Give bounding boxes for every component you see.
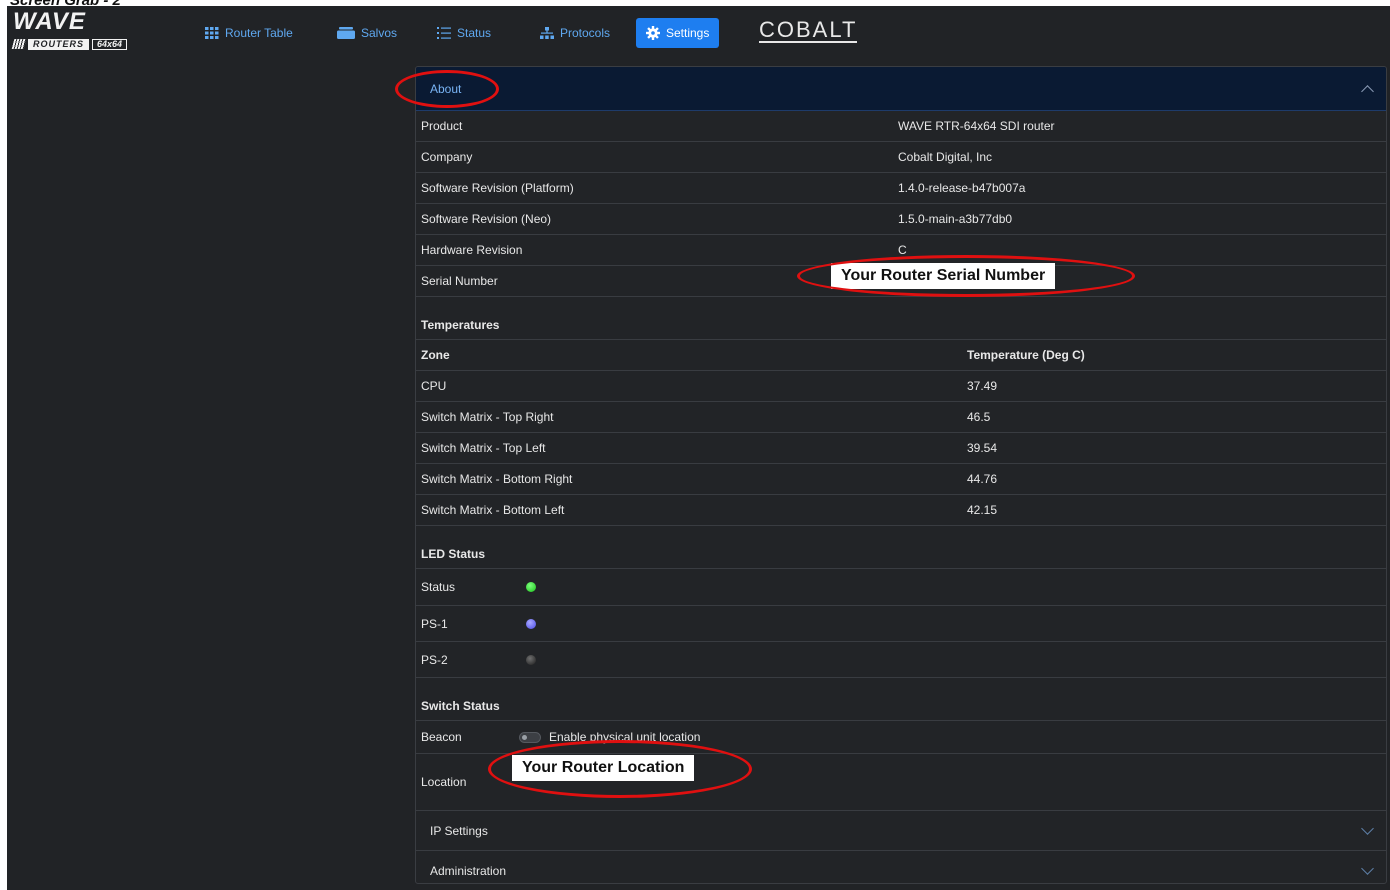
nav-salvos[interactable]: Salvos	[331, 20, 403, 46]
temp-cell: 46.5	[967, 410, 991, 424]
logo-bars-icon	[11, 39, 27, 49]
temp-cell: 44.76	[967, 472, 998, 486]
zone-cell: Switch Matrix - Top Right	[421, 410, 554, 424]
led-row: PS-2	[416, 642, 1386, 678]
nav-label: Router Table	[225, 26, 293, 40]
logo-size: 64x64	[92, 38, 128, 50]
zone-cell: Switch Matrix - Bottom Left	[421, 503, 565, 517]
about-accordion-header[interactable]: About	[416, 67, 1386, 111]
temperatures-heading: Temperatures	[416, 297, 1386, 340]
switch-status-heading: Switch Status	[416, 678, 1386, 721]
grid-icon	[205, 27, 219, 39]
about-row: Company Cobalt Digital, Inc	[416, 142, 1386, 173]
about-row: Product WAVE RTR-64x64 SDI router	[416, 111, 1386, 142]
temp-cell: 42.15	[967, 503, 998, 517]
temp-cell: 37.49	[967, 379, 998, 393]
temp-col-header: Temperature (Deg C)	[967, 348, 1085, 362]
led-label: PS-1	[421, 616, 448, 631]
logo-subline: ROUTERS 64x64	[11, 38, 128, 50]
location-label: Location	[421, 775, 467, 789]
top-nav-bar: WAVE ROUTERS 64x64 Router Table Salvos S…	[7, 6, 1390, 56]
wave-routers-logo[interactable]: WAVE ROUTERS 64x64	[11, 8, 173, 50]
temperature-row: Switch Matrix - Bottom Left 42.15	[416, 495, 1386, 526]
status-led-icon	[526, 582, 536, 592]
logo-brand: WAVE	[13, 8, 86, 35]
about-value: 1.5.0-main-a3b77db0	[898, 212, 1013, 226]
zone-cell: Switch Matrix - Top Left	[421, 441, 546, 455]
nav-label: Protocols	[560, 26, 611, 40]
logo-routers: ROUTERS	[28, 38, 90, 50]
temperature-row: Switch Matrix - Bottom Right 44.76	[416, 464, 1386, 495]
ip-settings-accordion[interactable]: IP Settings	[416, 810, 1386, 850]
led-label: Status	[421, 580, 456, 594]
zone-cell: Switch Matrix - Bottom Right	[421, 472, 573, 486]
nav-router-table[interactable]: Router Table	[199, 20, 299, 46]
about-label: Serial Number	[421, 274, 498, 288]
about-value: Cobalt Digital, Inc	[898, 150, 993, 164]
about-label: Software Revision (Platform)	[421, 181, 574, 195]
about-value: 1.4.0-release-b47b007a	[898, 181, 1026, 195]
led-label: PS-2	[421, 652, 448, 667]
temperatures-header-row: Zone Temperature (Deg C)	[416, 340, 1386, 371]
temperature-row: Switch Matrix - Top Right 46.5	[416, 402, 1386, 433]
about-value: C	[898, 243, 907, 257]
about-row: Software Revision (Platform) 1.4.0-releas…	[416, 173, 1386, 204]
led-row: Status	[416, 569, 1386, 606]
zone-cell: CPU	[421, 379, 447, 393]
beacon-label: Beacon	[421, 730, 462, 744]
about-label: Hardware Revision	[421, 243, 523, 257]
nav-status[interactable]: Status	[431, 20, 497, 46]
nav-settings[interactable]: Settings	[636, 18, 720, 48]
chevron-up-icon	[1361, 84, 1374, 98]
about-label: Company	[421, 150, 473, 164]
chevron-down-icon	[1361, 821, 1374, 835]
led-row: PS-1	[416, 606, 1386, 642]
administration-accordion[interactable]: Administration	[416, 850, 1386, 883]
temperature-row: CPU 37.49	[416, 371, 1386, 402]
serial-highlight-ring	[797, 255, 1135, 297]
about-highlight-ring	[395, 70, 499, 108]
list-icon	[437, 27, 451, 39]
administration-title: Administration	[430, 863, 507, 878]
temperature-row: Switch Matrix - Top Left 39.54	[416, 433, 1386, 464]
zone-col-header: Zone	[421, 348, 450, 362]
cobalt-logo: COBALT	[759, 17, 858, 43]
temp-cell: 39.54	[967, 441, 998, 455]
chevron-down-icon	[1361, 861, 1374, 875]
stack-icon	[337, 27, 355, 39]
nav-protocols[interactable]: Protocols	[534, 20, 616, 46]
nav-label: Status	[457, 26, 492, 40]
location-highlight-ring	[488, 740, 752, 798]
ps1-led-icon	[526, 618, 536, 629]
about-label: Software Revision (Neo)	[421, 212, 552, 226]
nav-label: Salvos	[361, 26, 398, 40]
ip-settings-title: IP Settings	[430, 823, 488, 838]
network-icon	[540, 27, 554, 39]
about-row: Software Revision (Neo) 1.5.0-main-a3b77d…	[416, 204, 1386, 235]
led-status-heading: LED Status	[416, 526, 1386, 569]
ps2-led-icon	[526, 654, 536, 665]
about-label: Product	[421, 119, 463, 133]
beacon-toggle[interactable]	[519, 731, 541, 743]
gear-icon	[646, 26, 660, 40]
about-value: WAVE RTR-64x64 SDI router	[898, 119, 1055, 133]
nav-label: Settings	[666, 26, 710, 40]
